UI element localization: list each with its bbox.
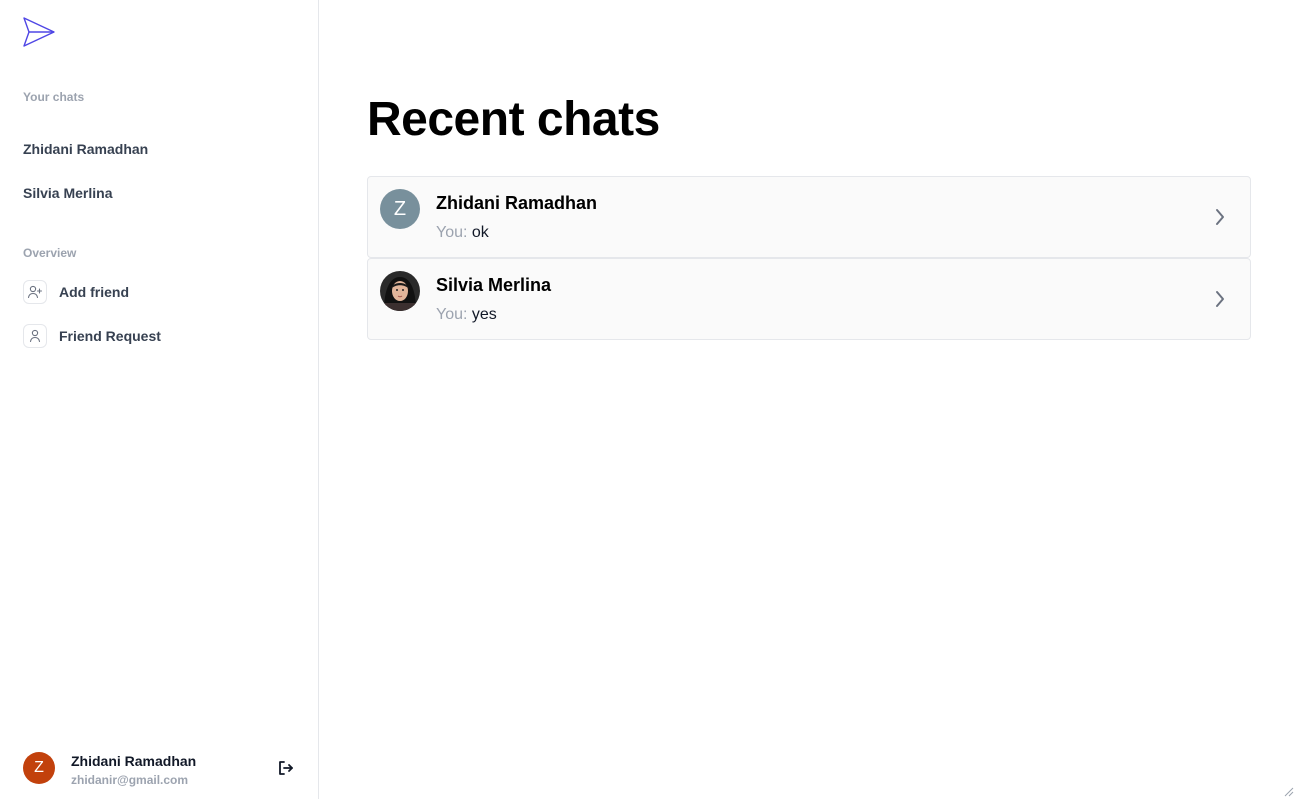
profile-email: zhidanir@gmail.com: [71, 773, 189, 787]
chat-name: Silvia Merlina: [436, 275, 552, 295]
avatar[interactable]: Z: [23, 752, 55, 784]
chat-preview: You: ok: [436, 224, 489, 242]
message-prefix: You:: [436, 224, 468, 241]
avatar: Z: [380, 189, 420, 229]
sidebar: Your chats Zhidani Ramadhan Silvia Merli…: [0, 0, 319, 799]
chat-preview: You: yes: [436, 306, 497, 324]
resize-grip-icon[interactable]: [1284, 787, 1294, 797]
chevron-right-icon: [1216, 291, 1224, 307]
add-friend-link[interactable]: Add friend: [23, 280, 129, 304]
chat-card-zhidani-ramadhan[interactable]: Z Zhidani Ramadhan You: ok: [367, 176, 1251, 258]
friend-request-link[interactable]: Friend Request: [23, 324, 161, 348]
sign-out-icon: [279, 761, 293, 775]
last-message: yes: [471, 306, 497, 323]
chat-name: Zhidani Ramadhan: [436, 193, 598, 213]
profile-name: Zhidani Ramadhan: [71, 753, 197, 769]
sidebar-chat-zhidani-ramadhan[interactable]: Zhidani Ramadhan: [23, 141, 148, 157]
message-prefix: You:: [436, 306, 468, 323]
page-title: Recent chats: [367, 93, 660, 146]
add-friend-label: Add friend: [59, 284, 129, 300]
sign-out-button[interactable]: [276, 758, 296, 778]
last-message: ok: [471, 224, 489, 241]
main-content: Recent chats Z Zhidani Ramadhan You: ok: [319, 0, 1296, 799]
chevron-right-icon: [1216, 209, 1224, 225]
user-plus-icon: [23, 280, 47, 304]
friend-request-label: Friend Request: [59, 328, 161, 344]
profile-photo: [380, 271, 420, 311]
overview-heading: Overview: [23, 246, 77, 260]
your-chats-heading: Your chats: [23, 90, 85, 104]
user-icon: [23, 324, 47, 348]
user-profile: Z Zhidani Ramadhan zhidanir@gmail.com: [23, 752, 303, 792]
chat-card-silvia-merlina[interactable]: Silvia Merlina You: yes: [367, 258, 1251, 340]
app-window: Your chats Zhidani Ramadhan Silvia Merli…: [0, 0, 1296, 799]
avatar: [380, 271, 420, 311]
sidebar-chat-silvia-merlina[interactable]: Silvia Merlina: [23, 185, 112, 201]
paper-plane-logo-icon[interactable]: [22, 16, 56, 48]
